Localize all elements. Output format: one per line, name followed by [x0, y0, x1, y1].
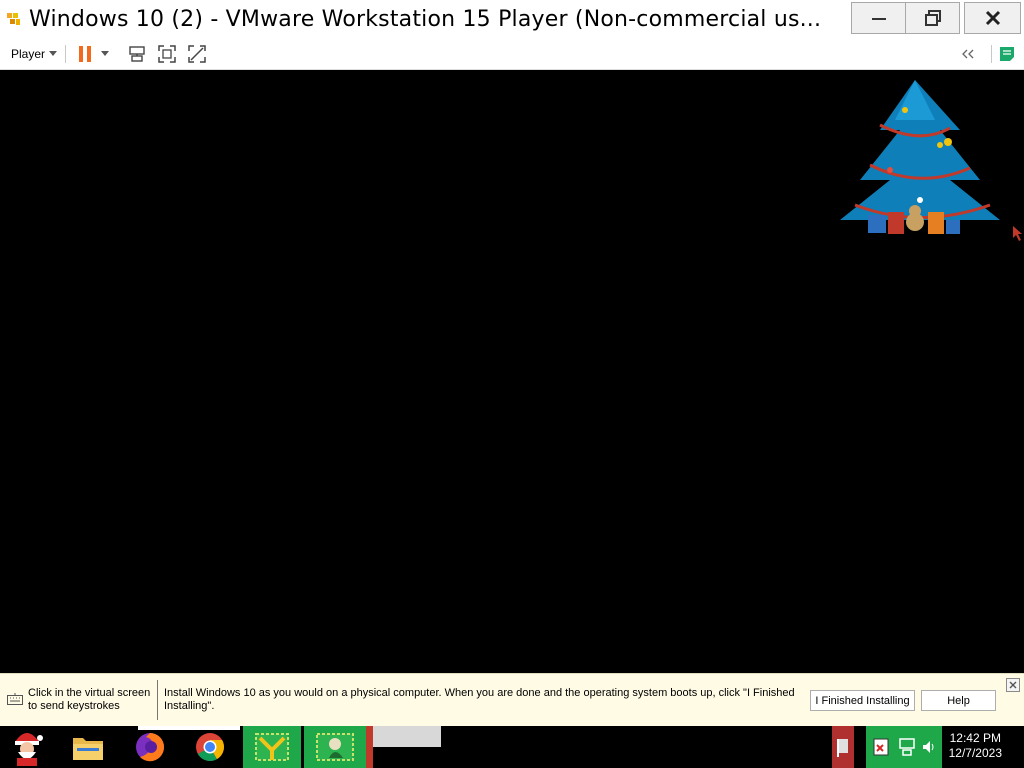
- pause-button[interactable]: [74, 43, 96, 65]
- taskbar-thumbnail-preview: [373, 726, 441, 747]
- unity-button[interactable]: [186, 43, 208, 65]
- install-hint-text: Install Windows 10 as you would on a phy…: [164, 687, 795, 712]
- collapse-icon: [962, 49, 974, 59]
- flag-icon: [837, 739, 848, 757]
- tray-app-icon[interactable]: [832, 726, 854, 768]
- notes-button[interactable]: [996, 43, 1018, 65]
- close-icon: [1009, 681, 1017, 689]
- power-dropdown-button[interactable]: [98, 43, 112, 65]
- toolbar-divider: [991, 45, 992, 63]
- keystroke-hint-text: Click in the virtual screen to send keys…: [28, 687, 151, 712]
- install-hint-bar: Click in the virtual screen to send keys…: [0, 673, 1024, 726]
- finished-installing-button[interactable]: I Finished Installing: [810, 690, 915, 711]
- system-tray[interactable]: [866, 726, 942, 768]
- notes-icon: [1000, 47, 1014, 61]
- minimize-icon: [871, 18, 886, 20]
- collapse-toolbar-button[interactable]: [957, 43, 979, 65]
- app-icon-green-1: [255, 733, 289, 761]
- unity-icon: [188, 44, 206, 63]
- player-menu[interactable]: Player: [11, 46, 58, 61]
- santa-start-icon: [15, 733, 43, 766]
- player-menu-label: Player: [11, 46, 46, 61]
- dropdown-icon: [101, 50, 110, 56]
- keyboard-icon: [7, 692, 23, 710]
- close-icon: [985, 10, 1000, 26]
- christmas-tree-icon: [840, 80, 1000, 234]
- taskbar-chrome[interactable]: [190, 726, 230, 768]
- hint-divider: [157, 680, 158, 720]
- chrome-icon: [196, 733, 224, 761]
- window-title: Windows 10 (2) - VMware Workstation 15 P…: [29, 6, 822, 32]
- restore-icon: [924, 10, 941, 26]
- clock-time: 12:42 PM: [949, 731, 1001, 745]
- fullscreen-icon: [158, 44, 176, 63]
- taskbar-file-explorer[interactable]: [68, 726, 108, 768]
- minimize-button[interactable]: [851, 2, 906, 34]
- fullscreen-button[interactable]: [156, 43, 178, 65]
- vm-toolbar: Player: [0, 38, 1024, 70]
- clock-date: 12/7/2023: [948, 746, 1002, 760]
- taskbar-firefox[interactable]: [130, 726, 170, 768]
- taskbar-app-2[interactable]: [304, 726, 366, 768]
- virtual-machine-screen[interactable]: [0, 70, 1024, 673]
- app-icon-green-2: [316, 733, 354, 761]
- chevron-down-icon: [49, 50, 58, 56]
- taskbar-clock[interactable]: 12:42 PM 12/7/2023: [949, 731, 1002, 761]
- pause-icon: [79, 45, 92, 62]
- send-ctrl-alt-del-button[interactable]: [126, 43, 148, 65]
- taskbar-app-1[interactable]: [243, 726, 301, 768]
- firefox-icon: [136, 733, 165, 762]
- toolbar-divider: [65, 44, 67, 63]
- restore-button[interactable]: [905, 2, 960, 34]
- send-ctrl-alt-del-icon: [129, 45, 145, 62]
- taskbar-red-strip: [366, 726, 373, 768]
- network-icon: [899, 738, 915, 756]
- file-explorer-icon: [73, 738, 103, 760]
- window-title-bar[interactable]: Windows 10 (2) - VMware Workstation 15 P…: [0, 0, 1024, 38]
- vmware-icon: [3, 8, 25, 30]
- action-center-icon: [873, 738, 889, 756]
- hint-close-button[interactable]: [1006, 678, 1020, 692]
- start-button[interactable]: [4, 726, 50, 768]
- taskbar: 12:42 PM 12/7/2023: [0, 726, 1024, 768]
- volume-icon: [923, 741, 934, 753]
- close-button[interactable]: [964, 2, 1021, 34]
- cursor-icon: [1013, 226, 1022, 241]
- help-button[interactable]: Help: [921, 690, 996, 711]
